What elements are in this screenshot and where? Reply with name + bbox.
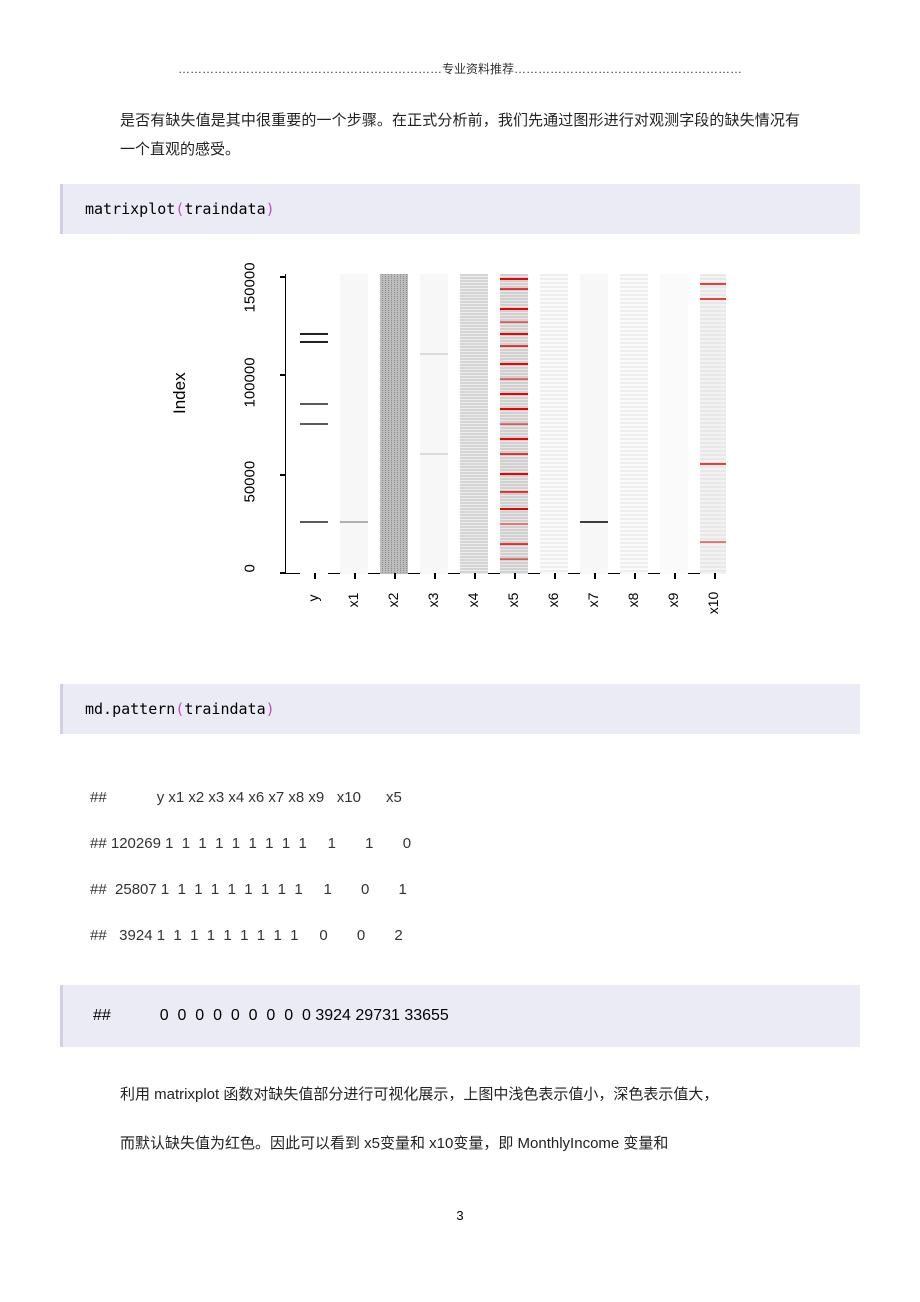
paragraph-3: 而默认缺失值为红色。因此可以看到 x5变量和 x10变量，即 MonthlyIn… xyxy=(120,1130,800,1159)
header-dots-left: ………………………………………………………… xyxy=(178,62,442,76)
document-page: …………………………………………………………专业资料推荐………………………………… xyxy=(0,0,920,1263)
y-tick-0: 0 xyxy=(242,564,259,572)
col-x1 xyxy=(340,274,368,574)
x-tickmark xyxy=(434,573,436,579)
x-tick-x4: x4 xyxy=(465,585,481,615)
col-x9 xyxy=(660,274,688,574)
header-ornament: …………………………………………………………专业资料推荐………………………………… xyxy=(60,60,860,77)
paragraph-2: 利用 matrixplot 函数对缺失值部分进行可视化展示，上图中浅色表示值小，… xyxy=(120,1081,800,1110)
x-tick-x6: x6 xyxy=(545,585,561,615)
code-paren-r: ) xyxy=(266,700,275,718)
x-tick-x2: x2 xyxy=(385,585,401,615)
code-fn: md.pattern xyxy=(85,700,175,718)
x-ticks: y x1 x2 x3 x4 x5 x6 x7 x8 x9 x10 xyxy=(285,582,725,622)
y-tick-3: 150000 xyxy=(242,262,259,312)
x-tickmark xyxy=(394,573,396,579)
code-paren-r: ) xyxy=(266,200,275,218)
x-tickmark xyxy=(314,573,316,579)
y-ticks: 0 50000 100000 150000 xyxy=(210,264,280,584)
code-arg: traindata xyxy=(184,200,265,218)
x-tick-x7: x7 xyxy=(585,585,601,615)
output-row: ## 3924 1 1 1 1 1 1 1 1 1 0 0 2 xyxy=(90,924,830,948)
paragraph-1: 是否有缺失值是其中很重要的一个步骤。在正式分析前，我们先通过图形进行对观测字段的… xyxy=(120,107,800,164)
code-paren-l: ( xyxy=(175,200,184,218)
code-block-1: matrixplot(traindata) xyxy=(60,184,860,234)
x-tick-x3: x3 xyxy=(425,585,441,615)
x-tickmark xyxy=(594,573,596,579)
plot-area xyxy=(285,274,725,574)
x-tick-x9: x9 xyxy=(665,585,681,615)
output-header: ## y x1 x2 x3 x4 x6 x7 x8 x9 x10 x5 xyxy=(90,786,830,810)
col-x3 xyxy=(420,274,448,574)
x-tick-x8: x8 xyxy=(625,585,641,615)
y-axis-label: Index xyxy=(170,372,190,414)
x-tickmark xyxy=(714,573,716,579)
x-tickmark xyxy=(514,573,516,579)
x-tick-x5: x5 xyxy=(505,585,521,615)
x-tickmark xyxy=(634,573,636,579)
y-tick-2: 100000 xyxy=(242,357,259,407)
header-dots-right: ………………………………………………… xyxy=(514,62,742,76)
y-tick-1: 50000 xyxy=(242,461,259,503)
x-tick-x10: x10 xyxy=(705,588,721,618)
output-row: ## 25807 1 1 1 1 1 1 1 1 1 1 0 1 xyxy=(90,878,830,902)
col-x7 xyxy=(580,274,608,574)
col-x6 xyxy=(540,274,568,574)
x-tickmark xyxy=(554,573,556,579)
x-tickmark xyxy=(674,573,676,579)
col-x5 xyxy=(500,274,528,574)
output-footer: ## 0 0 0 0 0 0 0 0 0 3924 29731 33655 xyxy=(93,1007,830,1025)
header-label: 专业资料推荐 xyxy=(442,62,514,76)
code-arg: traindata xyxy=(184,700,265,718)
code-block-2: md.pattern(traindata) xyxy=(60,684,860,734)
x-tickmark xyxy=(354,573,356,579)
x-tick-x1: x1 xyxy=(345,585,361,615)
page-number: 3 xyxy=(60,1208,860,1223)
col-x8 xyxy=(620,274,648,574)
output-block: ## y x1 x2 x3 x4 x6 x7 x8 x9 x10 x5 ## 1… xyxy=(60,754,860,980)
col-x2 xyxy=(380,274,408,574)
code-paren-l: ( xyxy=(175,700,184,718)
output-row: ## 120269 1 1 1 1 1 1 1 1 1 1 1 0 xyxy=(90,832,830,856)
matrixplot-chart: Index 0 50000 100000 150000 xyxy=(180,264,740,634)
x-tickmark xyxy=(474,573,476,579)
matrixplot-svg xyxy=(286,274,726,574)
col-x10 xyxy=(700,274,726,574)
output-footer-block: ## 0 0 0 0 0 0 0 0 0 3924 29731 33655 xyxy=(60,985,860,1047)
col-x4 xyxy=(460,274,488,574)
x-tick-y: y xyxy=(305,583,321,613)
col-y xyxy=(300,274,328,574)
code-fn: matrixplot xyxy=(85,200,175,218)
